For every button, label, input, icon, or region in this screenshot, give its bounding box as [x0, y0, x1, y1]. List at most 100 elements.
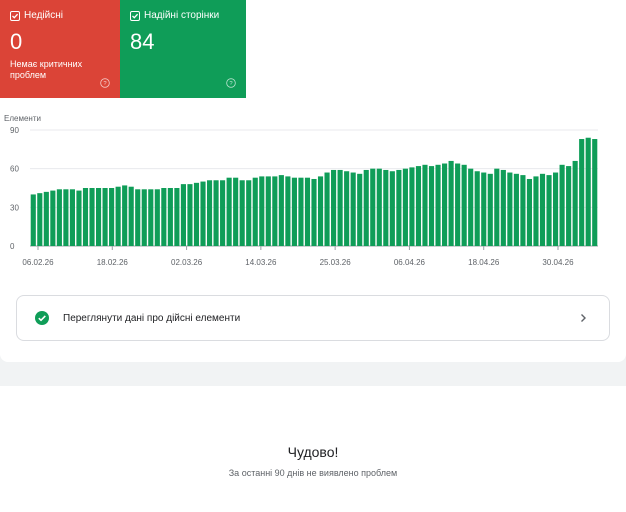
chart-bar[interactable]: [187, 184, 193, 246]
checkbox-checked-icon[interactable]: [130, 10, 140, 21]
chart-bar[interactable]: [324, 172, 330, 246]
chart-bar[interactable]: [553, 172, 559, 246]
chart-bar[interactable]: [193, 182, 200, 246]
chart-bar[interactable]: [370, 168, 376, 246]
view-valid-items-row[interactable]: Переглянути дані про дійсні елементи: [16, 295, 610, 341]
chart-bar[interactable]: [559, 164, 565, 246]
chart-bar[interactable]: [135, 189, 141, 246]
chart-bar[interactable]: [122, 185, 128, 246]
chart-bar[interactable]: [579, 139, 585, 246]
chart-bar[interactable]: [572, 160, 578, 246]
chart-bar[interactable]: [317, 176, 324, 246]
chart-bar[interactable]: [56, 189, 62, 246]
chart-bar[interactable]: [206, 180, 213, 246]
chart-bar[interactable]: [422, 164, 428, 246]
chart-bar[interactable]: [455, 163, 461, 246]
chart-bar[interactable]: [95, 188, 102, 246]
checkbox-checked-icon[interactable]: [10, 10, 20, 21]
chart-bar[interactable]: [435, 164, 441, 246]
chart-bar[interactable]: [507, 172, 513, 246]
chart-bar[interactable]: [468, 168, 474, 246]
chart-bar[interactable]: [442, 163, 448, 246]
chart-bar[interactable]: [389, 171, 395, 246]
chart-bar[interactable]: [148, 189, 154, 246]
chart-bar[interactable]: [128, 186, 134, 246]
valid-count: 84: [130, 29, 155, 54]
chart-bar[interactable]: [344, 171, 350, 246]
chart-bar[interactable]: [246, 180, 252, 246]
chart-bar[interactable]: [37, 193, 43, 246]
chart-bar[interactable]: [154, 189, 160, 246]
chart-bar[interactable]: [102, 188, 108, 246]
x-tick-label: 02.03.26: [171, 258, 203, 267]
chart-bar[interactable]: [592, 139, 598, 246]
chart-bar[interactable]: [233, 177, 239, 246]
chart-bar[interactable]: [357, 173, 363, 246]
chart-bar[interactable]: [481, 172, 487, 246]
chart-bar[interactable]: [428, 166, 435, 246]
chart-bar[interactable]: [520, 175, 526, 246]
chart-bar[interactable]: [402, 168, 408, 246]
chart-bar[interactable]: [174, 188, 180, 246]
chart-bar[interactable]: [82, 188, 89, 246]
chart-bar[interactable]: [43, 191, 49, 246]
chart-bar[interactable]: [396, 169, 402, 246]
chart-bar[interactable]: [363, 169, 369, 246]
y-tick-label: 60: [10, 165, 19, 174]
chart-bar[interactable]: [278, 175, 284, 246]
help-icon[interactable]: ?: [226, 78, 236, 88]
help-icon[interactable]: ?: [100, 78, 110, 88]
chart-bar[interactable]: [226, 177, 232, 246]
chart-bar[interactable]: [259, 176, 265, 246]
chart-bar[interactable]: [448, 160, 454, 246]
chart-bar[interactable]: [533, 176, 539, 246]
chart-bar[interactable]: [566, 166, 572, 246]
chart-bar[interactable]: [383, 169, 389, 246]
chart-bar[interactable]: [50, 190, 56, 246]
chart-bar[interactable]: [539, 173, 546, 246]
x-tick-label: 25.03.26: [320, 258, 352, 267]
invalid-checkbox-row[interactable]: Недійсні: [10, 10, 110, 21]
chart-bar[interactable]: [585, 137, 591, 246]
valid-checkbox-row[interactable]: Надійні сторінки: [130, 10, 236, 21]
chart-bar[interactable]: [180, 184, 186, 246]
valid-tile[interactable]: Надійні сторінки 84 ?: [120, 0, 246, 98]
chart-bar[interactable]: [239, 180, 245, 246]
chart-bar[interactable]: [167, 188, 173, 246]
chart-bar[interactable]: [200, 181, 206, 246]
chart-bar[interactable]: [265, 176, 271, 246]
chart-bar[interactable]: [331, 169, 337, 246]
chart-bar[interactable]: [487, 173, 493, 246]
chart-bar[interactable]: [220, 180, 226, 246]
chart-bar[interactable]: [30, 194, 36, 246]
chart-bar[interactable]: [115, 186, 121, 246]
chart-bar[interactable]: [409, 167, 415, 246]
chart-bar[interactable]: [272, 176, 278, 246]
chart-bar[interactable]: [474, 171, 480, 246]
chart-bar[interactable]: [337, 169, 343, 246]
chart-bar[interactable]: [513, 173, 519, 246]
chart-bar[interactable]: [311, 178, 317, 246]
chart-bar[interactable]: [63, 189, 69, 246]
chart-bar[interactable]: [546, 175, 552, 246]
chart-bar[interactable]: [298, 177, 304, 246]
chart-bar[interactable]: [304, 177, 311, 246]
chart-bar[interactable]: [141, 189, 147, 246]
chart-bar[interactable]: [69, 189, 75, 246]
chart-bar[interactable]: [252, 177, 258, 246]
chart-bar[interactable]: [76, 190, 82, 246]
chart-bar[interactable]: [350, 172, 356, 246]
chart-bar[interactable]: [89, 188, 95, 246]
chart-bar[interactable]: [291, 177, 297, 246]
chart-bar[interactable]: [213, 180, 219, 246]
chart-bar[interactable]: [376, 168, 382, 246]
chart-bar[interactable]: [526, 178, 533, 246]
chart-bar[interactable]: [415, 166, 422, 246]
chart-bar[interactable]: [500, 169, 506, 246]
invalid-tile[interactable]: Недійсні 0 Немає критичних проблем ?: [0, 0, 120, 98]
chart-bar[interactable]: [161, 188, 167, 246]
chart-bar[interactable]: [461, 164, 467, 246]
chart-bar[interactable]: [285, 176, 291, 246]
chart-bar[interactable]: [109, 188, 115, 246]
chart-bar[interactable]: [494, 168, 500, 246]
